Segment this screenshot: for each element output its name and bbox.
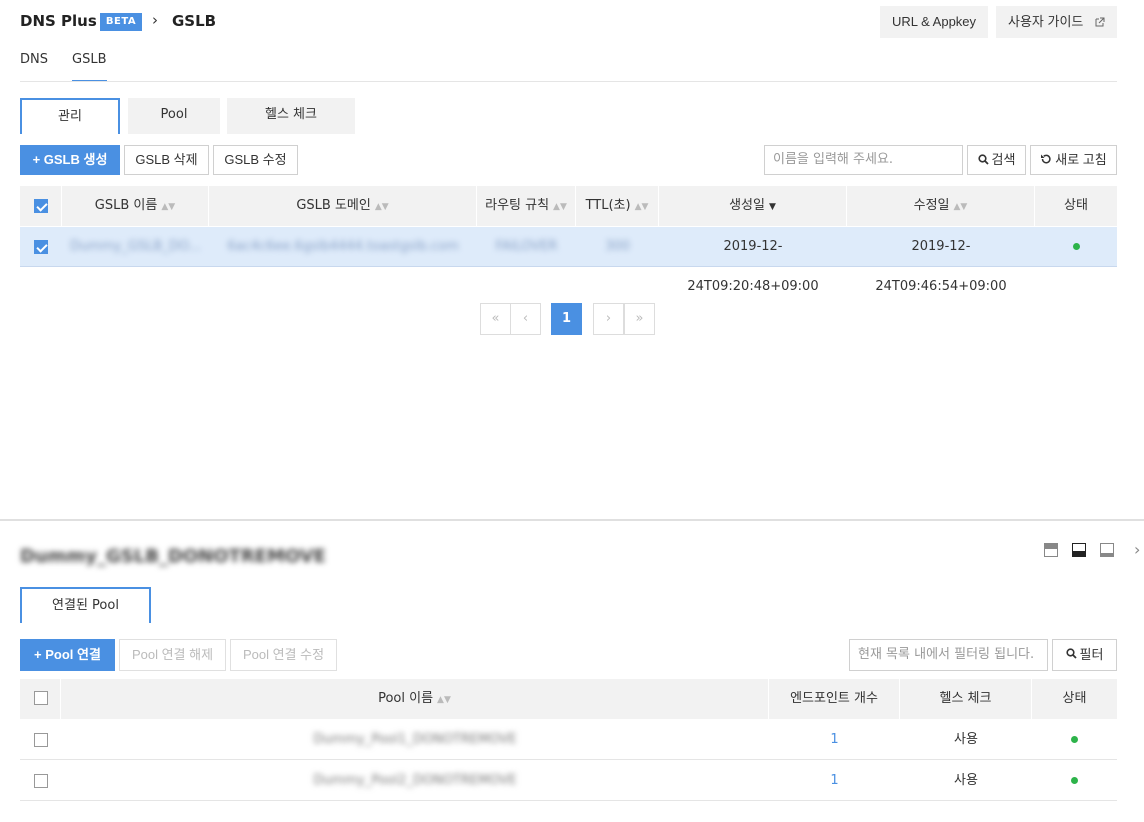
col-gslb-name[interactable]: GSLB 이름 ▲▼ [62, 186, 209, 226]
layout-bottom-icon[interactable] [1100, 543, 1114, 557]
pool-name-cell: Dummy_Pool1_DONOTREMOVE [313, 732, 517, 747]
panel-splitter[interactable] [0, 519, 1144, 521]
sort-icon: ▲▼ [634, 202, 649, 212]
table-header-row: GSLB 이름 ▲▼ GSLB 도메인 ▲▼ 라우팅 규칙 ▲▼ TTL(초) ▲▼ 생… [20, 186, 1117, 226]
layout-split-icon[interactable] [1072, 543, 1086, 557]
health-check-cell: 사용 [954, 773, 978, 788]
first-page-button[interactable]: « [480, 303, 511, 335]
url-appkey-button[interactable]: URL & Appkey [880, 6, 988, 38]
select-all-checkbox[interactable] [34, 691, 48, 705]
prev-page-button[interactable]: ‹ [510, 303, 541, 335]
status-dot [1072, 243, 1080, 250]
subtab-manage[interactable]: 관리 [20, 98, 120, 134]
col-status: 상태 [1062, 691, 1087, 706]
refresh-label: 새로 고침 [1055, 152, 1107, 167]
subtab-health-check[interactable]: 헬스 체크 [227, 98, 355, 134]
select-all-checkbox[interactable] [34, 199, 48, 213]
col-modified[interactable]: 수정일 ▲▼ [847, 186, 1035, 226]
next-page-button[interactable]: › [593, 303, 624, 335]
table-row[interactable]: Dummy_GSLB_DO... 6ac4c6ee.6gslb4444.toas… [20, 227, 1117, 294]
gslb-create-button[interactable]: + GSLB 생성 [20, 145, 120, 175]
tab-gslb[interactable]: GSLB [72, 52, 107, 82]
col-created[interactable]: 생성일 ▼ [659, 186, 847, 226]
col-health-check: 헬스 체크 [900, 679, 1032, 719]
search-label: 검색 [991, 152, 1016, 167]
endpoint-count-link[interactable]: 1 [769, 761, 900, 801]
gslb-name-cell[interactable]: Dummy_GSLB_DO... [62, 227, 209, 267]
filter-label: 필터 [1079, 646, 1104, 662]
table-row[interactable]: Dummy_Pool2_DONOTREMOVE 1 사용 [20, 761, 1117, 801]
search-icon [1065, 641, 1077, 669]
created-cell: 2019-12-24T09:20:48+09:00 [687, 239, 819, 294]
row-checkbox[interactable] [34, 733, 48, 747]
modified-cell: 2019-12-24T09:46:54+09:00 [875, 239, 1007, 294]
gslb-table: GSLB 이름 ▲▼ GSLB 도메인 ▲▼ 라우팅 규칙 ▲▼ TTL(초) ▲▼ 생… [20, 186, 1117, 294]
refresh-icon [1040, 147, 1052, 175]
breadcrumb-current: GSLB [172, 12, 217, 30]
layout-top-icon[interactable] [1044, 543, 1058, 557]
gslb-edit-button[interactable]: GSLB 수정 [213, 145, 298, 175]
table-row[interactable]: Dummy_Pool1_DONOTREMOVE 1 사용 [20, 720, 1117, 760]
user-guide-label: 사용자 가이드 [1008, 14, 1084, 29]
table-header-row: Pool 이름 ▲▼ 엔드포인트 개수 헬스 체크 상태 [20, 679, 1117, 719]
status-dot [1071, 777, 1078, 784]
pool-connect-edit-button[interactable]: Pool 연결 수정 [230, 639, 337, 671]
user-guide-button[interactable]: 사용자 가이드 [996, 6, 1117, 38]
pool-name-cell: Dummy_Pool2_DONOTREMOVE [313, 773, 517, 788]
col-status: 상태 [1064, 198, 1088, 213]
page-1-button[interactable]: 1 [551, 303, 582, 335]
gslb-domain-cell: 6ac4c6ee.6gslb4444.toastgslb.com [227, 239, 459, 254]
col-gslb-domain[interactable]: GSLB 도메인 ▲▼ [209, 186, 477, 226]
health-check-cell: 사용 [954, 732, 978, 747]
last-page-button[interactable]: » [624, 303, 655, 335]
sort-icon: ▲▼ [437, 695, 451, 705]
beta-badge: BETA [100, 13, 142, 31]
sort-icon: ▲▼ [553, 202, 567, 212]
filter-button[interactable]: 필터 [1052, 639, 1117, 671]
row-checkbox[interactable] [34, 774, 48, 788]
col-ttl[interactable]: TTL(초) ▲▼ [576, 186, 659, 226]
row-checkbox[interactable] [34, 240, 48, 254]
endpoint-count-link[interactable]: 1 [769, 720, 900, 760]
pool-connect-button[interactable]: + Pool 연결 [20, 639, 115, 671]
filter-input[interactable]: 현재 목록 내에서 필터링 됩니다. [849, 639, 1048, 671]
sort-icon: ▲▼ [953, 202, 968, 212]
sort-icon: ▲▼ [161, 202, 176, 212]
gslb-delete-button[interactable]: GSLB 삭제 [124, 145, 209, 175]
search-button[interactable]: 검색 [967, 145, 1026, 175]
app-title: DNS Plus [20, 12, 97, 30]
status-dot [1071, 736, 1078, 743]
ttl-cell: 300 [605, 239, 630, 254]
pool-table: Pool 이름 ▲▼ 엔드포인트 개수 헬스 체크 상태 Dummy_Pool1_… [20, 679, 1117, 803]
detail-title: Dummy_GSLB_DONOTREMOVE [20, 546, 326, 567]
sort-desc-icon: ▼ [768, 202, 776, 212]
routing-rule-cell: FAILOVER [495, 239, 558, 254]
breadcrumb-separator: › [152, 11, 158, 29]
col-routing-rule[interactable]: 라우팅 규칙 ▲▼ [477, 186, 576, 226]
refresh-button[interactable]: 새로 고침 [1030, 145, 1117, 175]
external-link-icon [1095, 7, 1105, 39]
tab-dns[interactable]: DNS [20, 52, 48, 82]
pool-disconnect-button[interactable]: Pool 연결 해제 [119, 639, 226, 671]
subtab-connected-pool[interactable]: 연결된 Pool [20, 587, 151, 623]
sort-icon: ▲▼ [374, 202, 389, 212]
close-panel-icon[interactable]: › [1134, 540, 1140, 559]
col-endpoints: 엔드포인트 개수 [769, 679, 900, 719]
search-icon [977, 147, 989, 175]
col-pool-name[interactable]: Pool 이름 ▲▼ [61, 679, 769, 719]
subtab-pool[interactable]: Pool [128, 98, 220, 134]
search-input[interactable]: 이름을 입력해 주세요. [764, 145, 963, 175]
nav-divider [20, 81, 1117, 82]
